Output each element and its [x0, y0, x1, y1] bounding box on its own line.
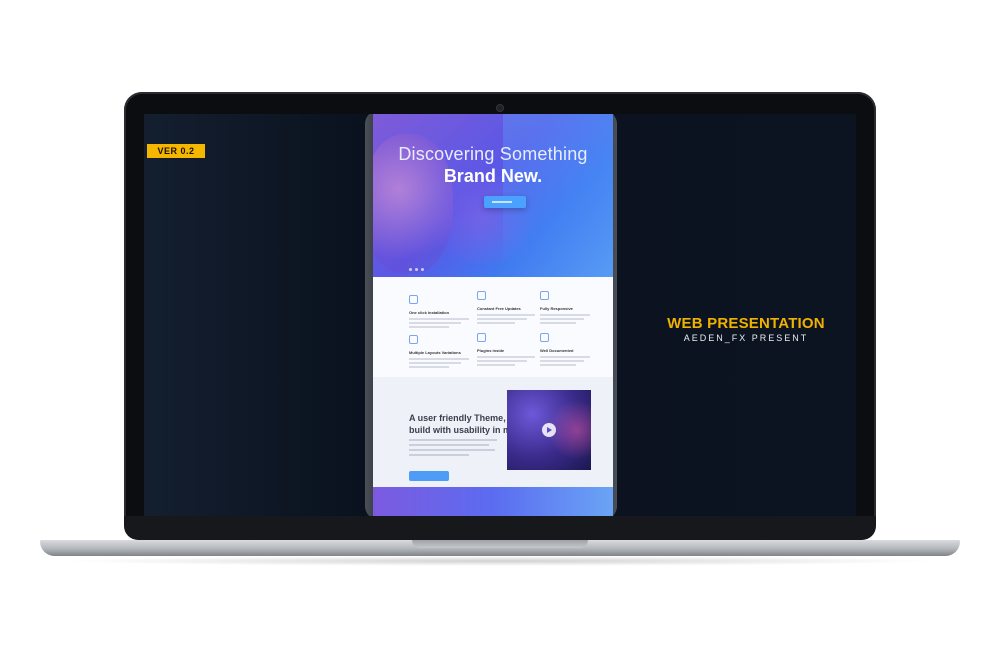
feature-title: Plugins inside: [477, 348, 505, 353]
hero-subtitle: Brand New.: [443, 166, 543, 186]
feature-title: Well Documented: [540, 348, 574, 353]
hero-title: Discovering Something: [398, 144, 588, 164]
feature-title: Fully Responsive: [540, 306, 573, 311]
hero-section: Discovering Something Brand New.: [373, 114, 613, 277]
feature-item: Constant Free Updates: [477, 291, 545, 326]
feature-item: One click Installation: [409, 295, 477, 330]
section-button[interactable]: [409, 471, 449, 481]
laptop-bezel: [124, 516, 876, 540]
camera-icon: [497, 105, 503, 111]
footer-strip: [373, 487, 613, 516]
laptop-base-notch: [412, 540, 588, 548]
presentation-subtitle: AEDEN_FX PRESENT: [683, 333, 809, 343]
feature-title: Constant Free Updates: [477, 306, 521, 311]
hero-slider-dots[interactable]: [409, 268, 424, 271]
section-text: [409, 439, 499, 459]
feature-icon: [477, 291, 486, 300]
section-title: A user friendly Theme,: [409, 413, 506, 423]
video-thumbnail[interactable]: [507, 390, 591, 470]
hero-cta-button[interactable]: [484, 196, 526, 208]
play-icon[interactable]: [542, 423, 556, 437]
laptop-shadow: [60, 556, 940, 566]
laptop-screen: VER 0.2 Discovering Something Brand New.…: [144, 114, 856, 516]
feature-icon: [409, 335, 418, 344]
feature-item: Multiple Layouts Variations: [409, 335, 477, 370]
feature-title: One click Installation: [409, 310, 450, 315]
feature-icon: [540, 333, 549, 342]
feature-item: Plugins inside: [477, 333, 545, 368]
feature-icon: [477, 333, 486, 342]
screen-shade: [144, 114, 384, 516]
version-badge: VER 0.2: [147, 144, 205, 158]
usability-section: A user friendly Theme, build with usabil…: [373, 377, 613, 487]
feature-icon: [409, 295, 418, 304]
phone-screen: Discovering Something Brand New. One cli…: [373, 114, 613, 516]
feature-icon: [540, 291, 549, 300]
feature-title: Multiple Layouts Variations: [409, 350, 461, 355]
features-section: One click Installation Constant Free Upd…: [373, 277, 613, 377]
presentation-title: WEB PRESENTATION: [667, 315, 825, 332]
feature-item: Fully Responsive: [540, 291, 608, 326]
feature-item: Well Documented: [540, 333, 608, 368]
